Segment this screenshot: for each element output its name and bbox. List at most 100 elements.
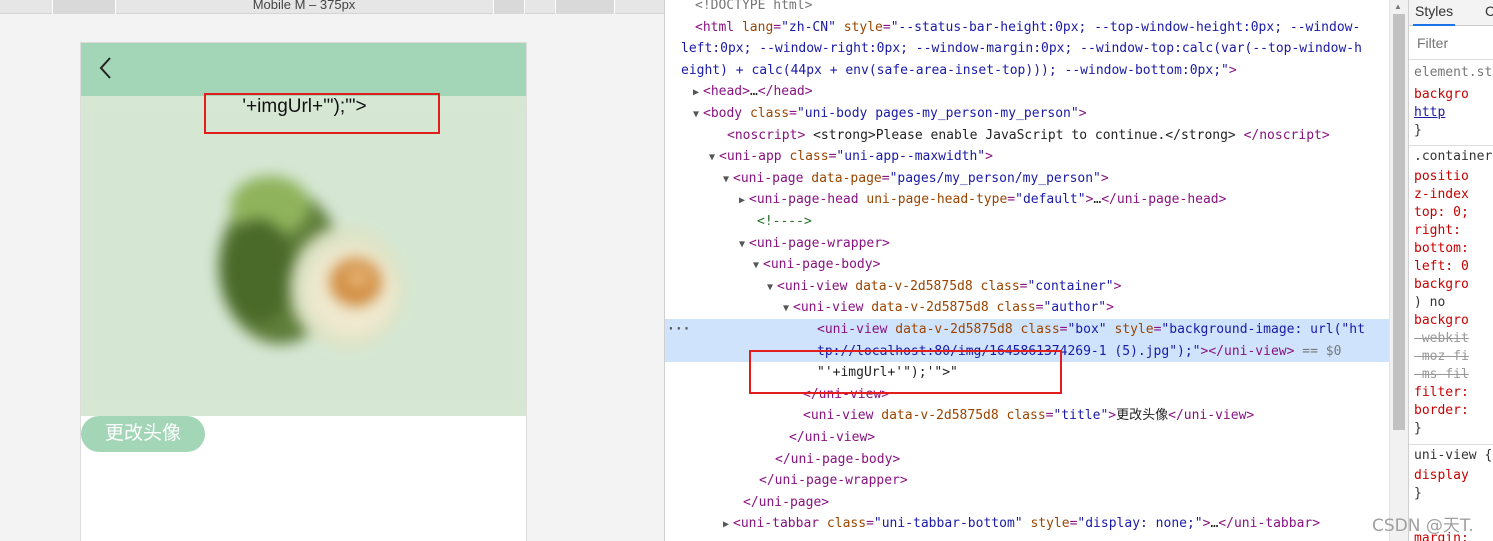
style-declaration[interactable]: backgro (1414, 312, 1469, 330)
expand-triangle-icon[interactable]: ▶ (739, 190, 749, 212)
style-declaration[interactable]: .container (1414, 148, 1492, 166)
node-actions-ellipsis-icon[interactable]: ··· (667, 322, 690, 337)
collapse-triangle-icon[interactable]: ▼ (709, 147, 719, 169)
collapse-triangle-icon[interactable]: ▼ (739, 234, 749, 256)
dom-node-line[interactable]: <uni-view data-v-2d5875d8 class="box" st… (665, 319, 1389, 341)
style-declaration[interactable]: top: 0; (1414, 204, 1469, 222)
code-token: eight) + calc(44px + env(safe-area-inset… (681, 62, 1229, 78)
style-declaration[interactable]: uni-view { (1414, 447, 1492, 465)
dom-node-line[interactable]: ▼ <body class="uni-body pages-my_person-m… (665, 103, 1389, 125)
collapse-triangle-icon[interactable]: ▼ (723, 169, 733, 191)
dom-node-line[interactable]: ▼ <uni-page-wrapper> (665, 233, 1389, 255)
code-token: = (789, 106, 797, 121)
style-declaration[interactable]: element.st (1414, 64, 1492, 82)
dom-node-line[interactable]: ▶ <head>…</head> (665, 81, 1389, 103)
code-token: <!DOCTYPE html> (695, 0, 813, 13)
code-token: lang (741, 19, 774, 35)
style-declaration[interactable]: } (1414, 485, 1422, 503)
styles-tab-bar: Styles C (1409, 0, 1493, 26)
style-declaration[interactable]: z-index (1414, 186, 1469, 204)
dom-node-line[interactable]: </uni-page> (665, 492, 1389, 514)
tab-computed[interactable]: C (1485, 0, 1493, 26)
code-token: "box" (1067, 322, 1107, 337)
code-token: <uni-view (777, 278, 856, 294)
scrollbar-thumb[interactable] (1393, 14, 1405, 430)
code-token: <uni-tabbar (733, 516, 827, 532)
dom-node-line[interactable]: ▶ <uni-tabbar class="uni-tabbar-bottom" s… (665, 513, 1389, 535)
code-token: class (1020, 322, 1060, 337)
code-token: </uni-tabbar> (1218, 516, 1321, 532)
scroll-up-arrow-icon[interactable]: ▲ (1394, 2, 1402, 11)
style-declaration[interactable]: http (1414, 104, 1445, 122)
style-declaration[interactable]: -moz-fi (1414, 348, 1469, 366)
dom-node-line[interactable]: <html lang="zh-CN" style="--status-bar-h… (665, 17, 1389, 39)
style-declaration[interactable]: -ms-fil (1414, 366, 1469, 384)
style-declaration[interactable]: border: (1414, 402, 1469, 420)
code-token: <uni-page-wrapper> (749, 235, 890, 251)
collapse-triangle-icon[interactable]: ▼ (753, 255, 763, 277)
dom-node-line[interactable]: eight) + calc(44px + env(safe-area-inset… (665, 60, 1389, 82)
code-token: "display: none;" (1077, 516, 1203, 532)
code-token: </uni-page-wrapper> (759, 473, 908, 489)
code-token: <uni-view (817, 322, 896, 337)
style-declaration[interactable]: left: 0 (1414, 258, 1469, 276)
dom-node-line[interactable]: ▼ <uni-view data-v-2d5875d8 class="contai… (665, 276, 1389, 298)
style-declaration[interactable]: display (1414, 467, 1469, 485)
code-token: class (996, 300, 1036, 316)
code-token: style (843, 19, 883, 35)
dom-node-line[interactable]: ▶ <uni-page-head uni-page-head-type="defa… (665, 189, 1389, 211)
style-declaration[interactable]: filter: (1414, 384, 1469, 402)
dom-node-line[interactable]: ▼ <uni-page data-page="pages/my_person/my… (665, 168, 1389, 190)
code-token: <body (703, 106, 750, 121)
avatar-background-box (81, 96, 526, 416)
dom-node-line[interactable]: </uni-page-body> (665, 449, 1389, 471)
code-token: "default" (1015, 192, 1086, 208)
device-ruler: Mobile M – 375px (0, 0, 664, 14)
style-declaration[interactable]: -webkit (1414, 330, 1469, 348)
style-declaration[interactable]: right: (1414, 222, 1461, 240)
code-token: class (789, 149, 829, 165)
code-token: "container" (1027, 278, 1114, 294)
change-avatar-button[interactable]: 更改头像 (81, 416, 205, 452)
styles-filter-input[interactable] (1411, 30, 1491, 56)
style-declaration[interactable]: ) no (1414, 294, 1445, 312)
dom-node-line[interactable]: <!----> (665, 211, 1389, 233)
tab-styles[interactable]: Styles (1413, 0, 1456, 26)
collapse-triangle-icon[interactable]: ▼ (767, 277, 777, 299)
expand-triangle-icon[interactable]: ▶ (723, 514, 733, 536)
code-token: "background-image: url("ht (1161, 322, 1365, 337)
collapse-triangle-icon[interactable]: ▼ (693, 104, 703, 126)
elements-scrollbar[interactable]: ▲ (1389, 0, 1408, 541)
style-declaration[interactable]: } (1414, 420, 1422, 438)
code-token: data-v-2d5875d8 (895, 322, 1013, 337)
dom-node-line[interactable]: ▼ <uni-app class="uni-app--maxwidth"> (665, 146, 1389, 168)
dom-node-line[interactable]: <!DOCTYPE html> (665, 0, 1389, 17)
style-declaration[interactable]: backgro (1414, 276, 1469, 294)
dom-node-line[interactable]: left:0px; --window-right:0px; --window-m… (665, 38, 1389, 60)
dom-node-line[interactable]: </uni-view> (665, 427, 1389, 449)
dom-node-line[interactable]: ▼ <uni-page-body> (665, 254, 1389, 276)
style-declaration[interactable]: bottom: (1414, 240, 1469, 258)
collapse-triangle-icon[interactable]: ▼ (783, 298, 793, 320)
code-token: <html (695, 19, 742, 35)
style-declaration[interactable]: } (1414, 122, 1422, 140)
code-token: <strong>Please enable JavaScript to cont… (805, 127, 1244, 143)
code-token: > (1108, 408, 1117, 424)
back-arrow-icon[interactable] (95, 55, 117, 81)
code-token: data-page (811, 170, 882, 186)
dom-node-line[interactable]: </uni-page-wrapper> (665, 470, 1389, 492)
style-declaration[interactable]: backgro (1414, 86, 1469, 104)
code-token: data-v-2d5875d8 (881, 408, 999, 424)
style-declaration[interactable]: positio (1414, 168, 1469, 186)
divider (1409, 145, 1493, 146)
code-token: "zh-CN" (781, 19, 836, 35)
dom-node-line[interactable]: <noscript> <strong>Please enable JavaScr… (665, 125, 1389, 147)
code-token: <uni-page (733, 170, 812, 186)
expand-triangle-icon[interactable]: ▶ (693, 82, 703, 104)
dom-node-line[interactable]: <uni-view data-v-2d5875d8 class="title">… (665, 405, 1389, 427)
dom-node-line[interactable]: ▼ <uni-view data-v-2d5875d8 class="author… (665, 297, 1389, 319)
code-token: data-v-2d5875d8 (871, 300, 989, 316)
